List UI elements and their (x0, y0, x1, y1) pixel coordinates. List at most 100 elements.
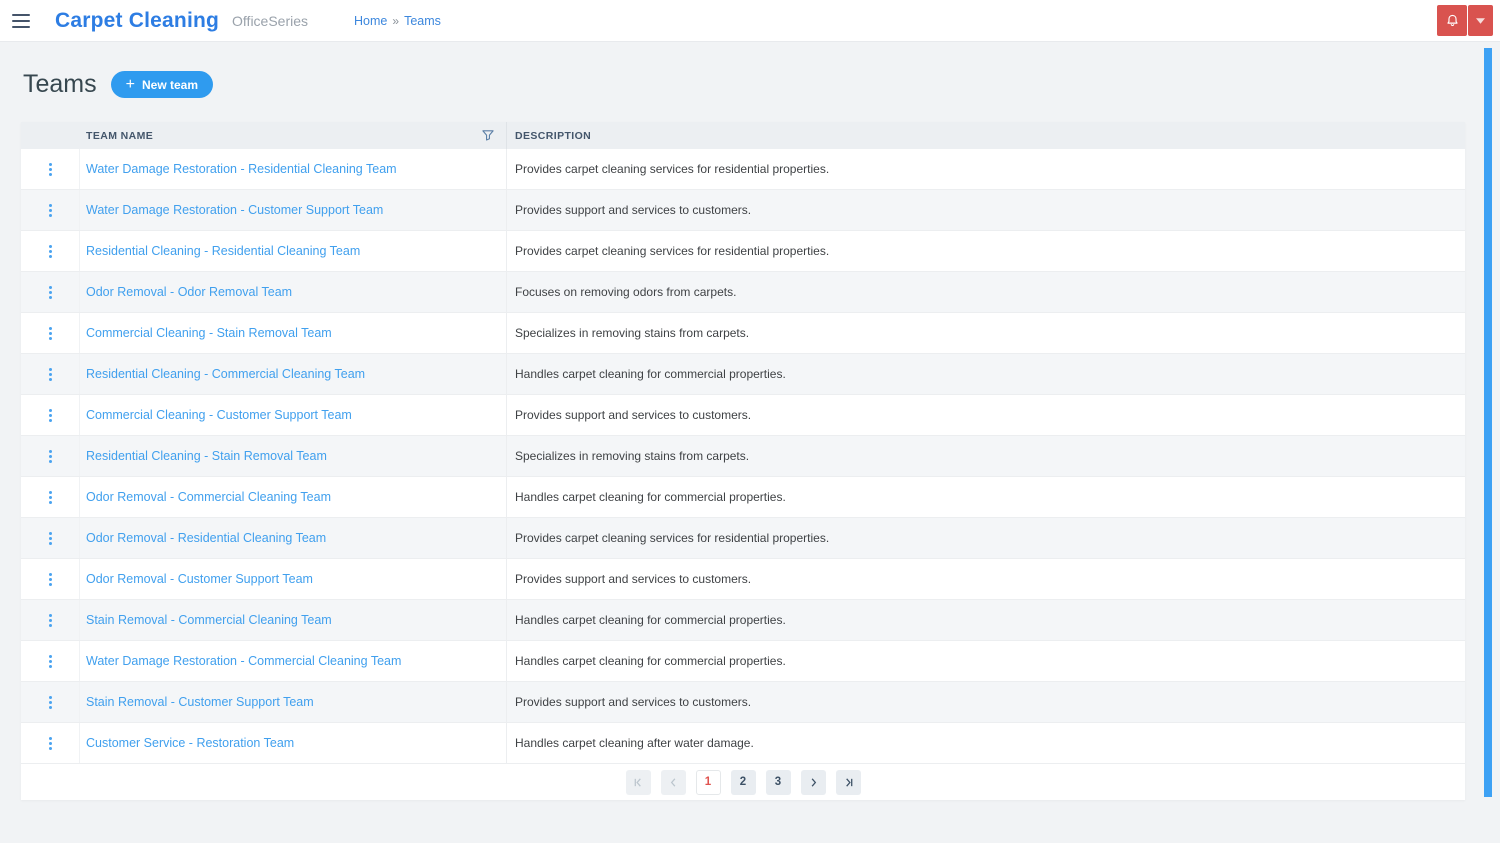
team-name-cell: Commercial Cleaning - Stain Removal Team (80, 324, 506, 342)
kebab-menu-icon[interactable] (45, 487, 56, 508)
team-name-cell: Odor Removal - Customer Support Team (80, 570, 506, 588)
team-name-link[interactable]: Residential Cleaning - Residential Clean… (86, 244, 360, 258)
team-name-link[interactable]: Stain Removal - Commercial Cleaning Team (86, 613, 332, 627)
next-page-button[interactable] (800, 769, 826, 795)
teams-table: TEAM NAME DESCRIPTION Water Damage Resto… (21, 122, 1465, 800)
filter-button[interactable] (480, 128, 496, 143)
table-row: Residential Cleaning - Stain Removal Tea… (21, 436, 1465, 477)
kebab-menu-icon[interactable] (45, 651, 56, 672)
kebab-menu-icon[interactable] (45, 446, 56, 467)
team-name-link[interactable]: Customer Service - Restoration Team (86, 736, 294, 750)
row-actions-cell (21, 436, 80, 476)
team-description: Provides support and services to custome… (506, 395, 1465, 435)
team-name-link[interactable]: Water Damage Restoration - Customer Supp… (86, 203, 383, 217)
team-name-cell: Residential Cleaning - Residential Clean… (80, 242, 506, 260)
breadcrumb: Home » Teams (354, 14, 441, 28)
team-name-link[interactable]: Residential Cleaning - Stain Removal Tea… (86, 449, 327, 463)
team-name-link[interactable]: Stain Removal - Customer Support Team (86, 695, 314, 709)
description-column-label: DESCRIPTION (515, 129, 592, 142)
team-description: Handles carpet cleaning for commercial p… (506, 641, 1465, 681)
team-name-cell: Water Damage Restoration - Residential C… (80, 160, 506, 178)
kebab-menu-icon[interactable] (45, 282, 56, 303)
first-page-button[interactable] (625, 769, 651, 795)
row-actions-cell (21, 723, 80, 763)
kebab-menu-icon[interactable] (45, 364, 56, 385)
table-row: Commercial Cleaning - Customer Support T… (21, 395, 1465, 436)
column-header-team-name: TEAM NAME (80, 122, 506, 149)
team-description: Provides carpet cleaning services for re… (506, 231, 1465, 271)
kebab-menu-icon[interactable] (45, 569, 56, 590)
prev-page-button[interactable] (660, 769, 686, 795)
kebab-menu-icon[interactable] (45, 733, 56, 754)
row-actions-cell (21, 477, 80, 517)
team-name-cell: Odor Removal - Residential Cleaning Team (80, 529, 506, 547)
team-name-link[interactable]: Odor Removal - Commercial Cleaning Team (86, 490, 331, 504)
topbar-actions (1437, 5, 1493, 36)
team-name-cell: Residential Cleaning - Stain Removal Tea… (80, 447, 506, 465)
main-content: Teams + New team TEAM NAME DESCRIPTION W… (0, 70, 1500, 800)
last-page-button[interactable] (835, 769, 861, 795)
new-team-button[interactable]: + New team (110, 71, 214, 98)
notifications-button[interactable] (1437, 5, 1467, 36)
table-row: Odor Removal - Customer Support Team Pro… (21, 559, 1465, 600)
team-name-link[interactable]: Odor Removal - Customer Support Team (86, 572, 313, 586)
kebab-menu-icon[interactable] (45, 692, 56, 713)
row-actions-cell (21, 149, 80, 189)
table-row: Residential Cleaning - Commercial Cleani… (21, 354, 1465, 395)
team-name-cell: Stain Removal - Customer Support Team (80, 693, 506, 711)
breadcrumb-home-link[interactable]: Home (354, 14, 387, 28)
team-name-cell: Stain Removal - Commercial Cleaning Team (80, 611, 506, 629)
team-name-link[interactable]: Water Damage Restoration - Commercial Cl… (86, 654, 401, 668)
new-team-button-label: New team (141, 77, 199, 92)
row-actions-cell (21, 313, 80, 353)
kebab-menu-icon[interactable] (45, 200, 56, 221)
kebab-menu-icon[interactable] (45, 610, 56, 631)
team-name-link[interactable]: Residential Cleaning - Commercial Cleani… (86, 367, 365, 381)
table-row: Odor Removal - Residential Cleaning Team… (21, 518, 1465, 559)
team-name-link[interactable]: Commercial Cleaning - Customer Support T… (86, 408, 352, 422)
page-head: Teams + New team (23, 70, 1500, 99)
page-button-3[interactable]: 3 (765, 769, 791, 795)
team-name-link[interactable]: Odor Removal - Odor Removal Team (86, 285, 292, 299)
team-description: Handles carpet cleaning for commercial p… (506, 600, 1465, 640)
table-body: Water Damage Restoration - Residential C… (21, 149, 1465, 764)
last-page-icon (843, 777, 854, 788)
row-actions-cell (21, 272, 80, 312)
menu-icon[interactable] (12, 13, 30, 28)
team-name-link[interactable]: Water Damage Restoration - Residential C… (86, 162, 397, 176)
kebab-menu-icon[interactable] (45, 323, 56, 344)
row-actions-cell (21, 190, 80, 230)
scrollbar-thumb[interactable] (1484, 48, 1492, 797)
row-actions-cell (21, 395, 80, 435)
team-description: Handles carpet cleaning for commercial p… (506, 354, 1465, 394)
kebab-menu-icon[interactable] (45, 405, 56, 426)
kebab-menu-icon[interactable] (45, 528, 56, 549)
team-name-link[interactable]: Odor Removal - Residential Cleaning Team (86, 531, 326, 545)
breadcrumb-current-link[interactable]: Teams (404, 14, 441, 28)
page-number-buttons: 123 (695, 769, 791, 795)
filter-funnel-icon (482, 130, 494, 141)
team-description: Provides carpet cleaning services for re… (506, 518, 1465, 558)
page-button-1[interactable]: 1 (695, 769, 721, 795)
table-row: Odor Removal - Commercial Cleaning Team … (21, 477, 1465, 518)
kebab-menu-icon[interactable] (45, 241, 56, 262)
team-name-cell: Water Damage Restoration - Commercial Cl… (80, 652, 506, 670)
app-title: Carpet Cleaning (55, 8, 220, 32)
table-row: Water Damage Restoration - Commercial Cl… (21, 641, 1465, 682)
team-description: Specializes in removing stains from carp… (506, 313, 1465, 353)
team-name-link[interactable]: Commercial Cleaning - Stain Removal Team (86, 326, 332, 340)
team-description: Provides support and services to custome… (506, 190, 1465, 230)
user-menu-button[interactable] (1468, 5, 1493, 36)
page-title: Teams (23, 70, 97, 98)
top-bar: Carpet Cleaning OfficeSeries Home » Team… (0, 0, 1500, 42)
table-header-row: TEAM NAME DESCRIPTION (21, 122, 1465, 149)
next-page-icon (808, 777, 819, 788)
kebab-menu-icon[interactable] (45, 159, 56, 180)
table-row: Water Damage Restoration - Residential C… (21, 149, 1465, 190)
pagination: 123 (21, 764, 1465, 800)
plus-icon: + (125, 75, 135, 93)
page-button-2[interactable]: 2 (730, 769, 756, 795)
team-name-cell: Water Damage Restoration - Customer Supp… (80, 201, 506, 219)
row-actions-cell (21, 518, 80, 558)
team-description: Provides carpet cleaning services for re… (506, 149, 1465, 189)
